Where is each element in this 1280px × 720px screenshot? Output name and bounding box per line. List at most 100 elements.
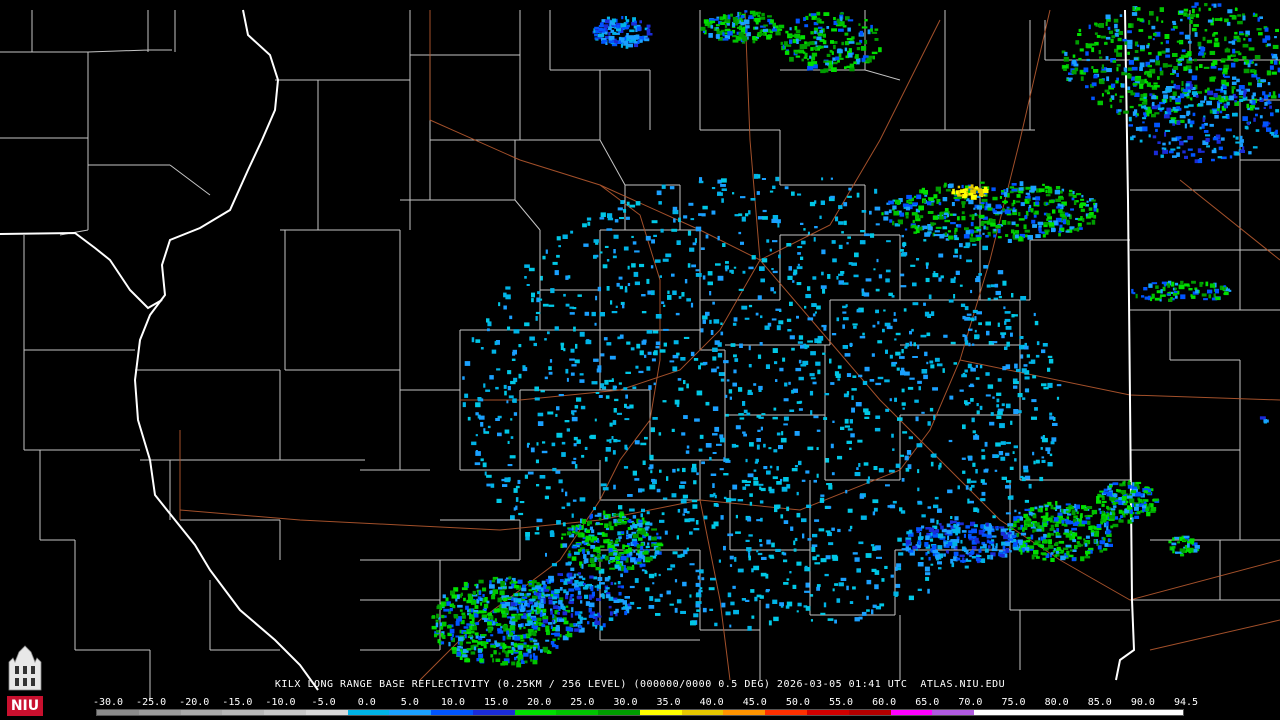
echo-pixel bbox=[1106, 505, 1109, 510]
echo-pixel bbox=[770, 287, 774, 292]
echo-pixel bbox=[1148, 35, 1152, 39]
echo-pixel bbox=[864, 39, 868, 45]
echo-pixel bbox=[972, 540, 975, 545]
echo-pixel bbox=[899, 249, 904, 252]
echo-pixel bbox=[1215, 88, 1221, 91]
echo-pixel bbox=[624, 418, 630, 421]
echo-pixel bbox=[591, 591, 595, 597]
echo-pixel bbox=[1224, 75, 1230, 78]
echo-pixel bbox=[837, 378, 841, 381]
echo-pixel bbox=[991, 535, 997, 538]
echo-pixel bbox=[1192, 8, 1195, 14]
echo-pixel bbox=[980, 221, 985, 227]
echo-pixel bbox=[784, 50, 790, 55]
echo-pixel bbox=[722, 38, 729, 41]
echo-pixel bbox=[937, 508, 942, 513]
echo-pixel bbox=[474, 605, 479, 609]
echo-pixel bbox=[1024, 215, 1028, 220]
echo-pixel bbox=[840, 271, 845, 274]
echo-pixel bbox=[1170, 73, 1175, 75]
echo-pixel bbox=[631, 235, 634, 238]
echo-pixel bbox=[1075, 521, 1080, 525]
echo-pixel bbox=[551, 619, 554, 623]
echo-pixel bbox=[966, 478, 971, 484]
echo-pixel bbox=[733, 354, 737, 358]
echo-pixel bbox=[1101, 500, 1107, 503]
echo-pixel bbox=[641, 294, 646, 297]
echo-pixel bbox=[558, 479, 563, 484]
echo-pixel bbox=[717, 275, 724, 281]
echo-pixel bbox=[795, 55, 801, 58]
scale-swatch bbox=[639, 710, 682, 715]
echo-pixel bbox=[584, 311, 590, 316]
echo-pixel bbox=[565, 275, 569, 280]
echo-pixel bbox=[505, 294, 511, 300]
echo-pixel bbox=[1272, 44, 1279, 49]
echo-pixel bbox=[572, 307, 577, 310]
echo-pixel bbox=[599, 217, 605, 220]
echo-pixel bbox=[810, 410, 813, 415]
echo-pixel bbox=[1192, 112, 1196, 117]
scale-swatch bbox=[1015, 710, 1058, 715]
echo-pixel bbox=[642, 460, 646, 465]
echo-pixel bbox=[807, 446, 814, 451]
echo-pixel bbox=[1180, 294, 1186, 300]
echo-pixel bbox=[900, 454, 904, 457]
echo-pixel bbox=[491, 349, 497, 354]
echo-pixel bbox=[747, 392, 753, 395]
echo-pixel bbox=[759, 266, 765, 271]
echo-pixel bbox=[920, 557, 924, 560]
echo-pixel bbox=[957, 523, 960, 527]
echo-pixel bbox=[757, 216, 763, 220]
scale-swatch bbox=[472, 710, 515, 715]
echo-pixel bbox=[507, 440, 510, 444]
echo-pixel bbox=[813, 36, 816, 39]
echo-pixel bbox=[1271, 71, 1277, 75]
echo-pixel bbox=[570, 230, 574, 234]
echo-pixel bbox=[978, 193, 983, 197]
echo-pixel bbox=[1089, 212, 1094, 215]
echo-pixel bbox=[1171, 80, 1174, 84]
echo-pixel bbox=[900, 285, 907, 288]
echo-pixel bbox=[1245, 34, 1249, 37]
echo-pixel bbox=[1193, 58, 1197, 62]
echo-pixel bbox=[903, 308, 907, 312]
echo-pixel bbox=[552, 261, 558, 265]
echo-pixel bbox=[983, 194, 986, 197]
echo-pixel bbox=[835, 216, 839, 222]
echo-pixel bbox=[804, 52, 808, 58]
echo-pixel bbox=[719, 434, 724, 439]
echo-pixel bbox=[853, 61, 857, 64]
echo-pixel bbox=[695, 582, 701, 587]
echo-pixel bbox=[768, 447, 772, 450]
echo-pixel bbox=[490, 654, 494, 658]
echo-pixel bbox=[982, 529, 986, 533]
echo-pixel bbox=[1235, 136, 1239, 140]
echo-pixel bbox=[729, 396, 732, 400]
echo-pixel bbox=[798, 335, 804, 340]
echo-pixel bbox=[1050, 441, 1055, 445]
echo-pixel bbox=[664, 530, 668, 535]
echo-pixel bbox=[986, 330, 990, 336]
echo-pixel bbox=[702, 361, 708, 365]
echo-pixel bbox=[594, 418, 597, 422]
echo-pixel bbox=[605, 587, 610, 590]
echo-pixel bbox=[746, 412, 751, 416]
scale-label: 0.0 bbox=[357, 697, 376, 708]
echo-pixel bbox=[1122, 490, 1125, 495]
echo-pixel bbox=[893, 210, 900, 216]
echo-pixel bbox=[1213, 42, 1220, 48]
scale-label: 20.0 bbox=[527, 697, 552, 708]
echo-pixel bbox=[997, 270, 1004, 275]
echo-pixel bbox=[560, 579, 564, 583]
echo-pixel bbox=[1091, 532, 1095, 537]
echo-pixel bbox=[585, 339, 592, 345]
echo-pixel bbox=[1203, 130, 1209, 133]
echo-pixel bbox=[865, 553, 872, 558]
echo-pixel bbox=[626, 530, 629, 534]
echo-pixel bbox=[1045, 202, 1049, 205]
echo-pixel bbox=[1186, 37, 1189, 40]
echo-pixel bbox=[812, 313, 816, 317]
echo-pixel bbox=[983, 225, 986, 230]
echo-pixel bbox=[816, 554, 820, 557]
